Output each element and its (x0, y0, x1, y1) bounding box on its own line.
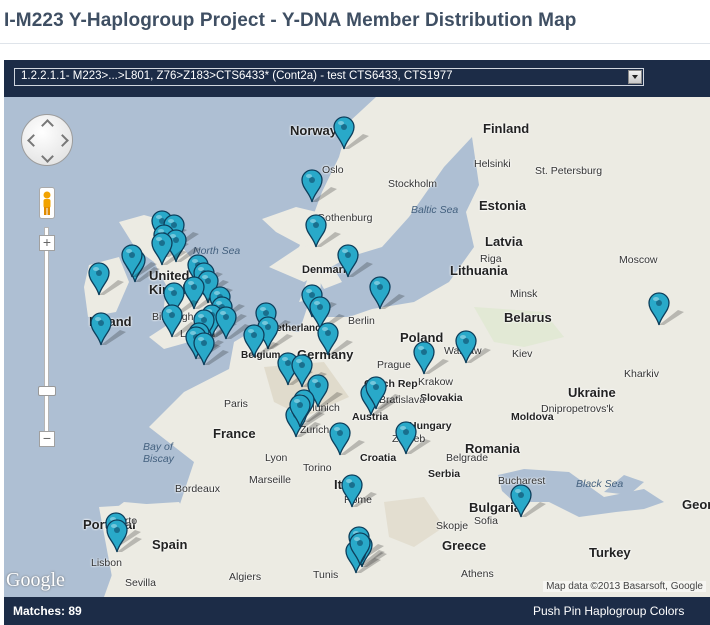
city-label: Athens (461, 568, 494, 580)
map-pin-icon[interactable] (317, 322, 357, 356)
city-label: Lyon (265, 452, 288, 464)
city-label: Kiev (512, 348, 533, 360)
sea-label: Baltic Sea (411, 204, 459, 216)
country-label-france: France (213, 426, 256, 441)
city-label: Algiers (229, 571, 262, 583)
city-label: Skopje (436, 520, 469, 532)
city-label: Sofia (474, 515, 498, 527)
city-label: Dnipropetrovs'k (541, 403, 614, 415)
chevron-down-icon[interactable] (628, 70, 642, 84)
map-pin-icon[interactable] (413, 341, 453, 375)
map-pin-icon[interactable] (305, 214, 345, 248)
haplogroup-select[interactable]: 1.2.2.1.1- M223>...>L801, Z76>Z183>CTS64… (14, 68, 644, 86)
map-pin-icon[interactable] (289, 394, 329, 428)
city-label: Belgrade (446, 452, 489, 464)
country-label-turkey: Turkey (589, 545, 631, 560)
zoom-slider[interactable] (44, 227, 49, 445)
map-pin-icon[interactable] (106, 519, 146, 553)
map-pin-icon[interactable] (365, 376, 405, 410)
zoom-slider-handle[interactable] (38, 386, 56, 396)
pan-left-icon[interactable] (27, 134, 40, 147)
map-pin-icon[interactable] (341, 474, 381, 508)
city-label: St. Petersburg (535, 165, 603, 177)
city-label: Stockholm (388, 178, 438, 190)
country-label-ukraine: Ukraine (568, 385, 616, 400)
city-label: Minsk (510, 288, 538, 300)
title-divider (0, 43, 710, 44)
zoom-out-button[interactable]: − (39, 431, 55, 447)
map-pin-icon[interactable] (329, 422, 369, 456)
map-pin-icon[interactable] (337, 244, 377, 278)
map-attribution: Map data ©2013 Basarsoft, Google (543, 581, 706, 592)
city-label: Prague (377, 359, 411, 371)
pan-down-icon[interactable] (41, 150, 54, 163)
map-pin-icon[interactable] (395, 421, 435, 455)
map-pin-icon[interactable] (369, 276, 409, 310)
matches-count: Matches: 89 (13, 604, 82, 618)
map-pin-icon[interactable] (349, 532, 389, 566)
pan-control[interactable] (21, 114, 73, 166)
sea-label: Black Sea (576, 478, 624, 490)
city-label: Krakow (418, 376, 454, 388)
city-label: Lisbon (91, 557, 122, 569)
city-label: Kharkiv (624, 368, 660, 380)
map-pin-icon[interactable] (455, 330, 495, 364)
map-pin-icon[interactable] (301, 169, 341, 203)
country-label-finland: Finland (483, 121, 530, 136)
city-label: Riga (480, 253, 502, 265)
city-label: Torino (303, 462, 332, 474)
haplogroup-select-value: 1.2.2.1.1- M223>...>L801, Z76>Z183>CTS64… (21, 70, 453, 82)
country-label-norway: Norway (290, 123, 337, 138)
country-label-serbia: Serbia (428, 468, 461, 480)
page-title: I-M223 Y-Haplogroup Project - Y-DNA Memb… (4, 10, 577, 31)
pan-right-icon[interactable] (56, 134, 69, 147)
city-label: Sevilla (125, 577, 156, 589)
city-label: Helsinki (474, 158, 511, 170)
map-pin-icon[interactable] (648, 292, 688, 326)
city-label: Tunis (313, 569, 339, 581)
street-view-pegman-icon[interactable] (39, 187, 55, 219)
city-label: Paris (224, 398, 248, 410)
city-label: Marseille (249, 474, 292, 486)
country-label-latvia: Latvia (485, 234, 523, 249)
country-label-greece: Greece (442, 538, 487, 553)
map-pin-icon[interactable] (333, 116, 373, 150)
map-pin-icon[interactable] (90, 312, 130, 346)
country-label-estonia: Estonia (479, 198, 526, 213)
map-canvas[interactable]: Norway Finland Estonia Latvia Lithuania … (4, 97, 710, 597)
country-label-georgia: Georgia (682, 497, 710, 512)
country-label-lithuania: Lithuania (450, 263, 508, 278)
country-label-belarus: Belarus (504, 310, 552, 325)
pan-up-icon[interactable] (41, 119, 54, 132)
city-label: Moscow (619, 254, 658, 266)
map-pin-icon[interactable] (151, 232, 191, 266)
pin-colors-link[interactable]: Push Pin Haplogroup Colors (533, 604, 684, 618)
city-label: Bordeaux (175, 483, 220, 495)
sea-label: Bay of Biscay (143, 441, 174, 465)
zoom-in-button[interactable]: + (39, 235, 55, 251)
map-pin-icon[interactable] (510, 484, 550, 518)
country-label-slovakia: Slovakia (420, 392, 463, 404)
google-logo: Google (6, 569, 65, 591)
country-label-spain: Spain (152, 537, 188, 552)
